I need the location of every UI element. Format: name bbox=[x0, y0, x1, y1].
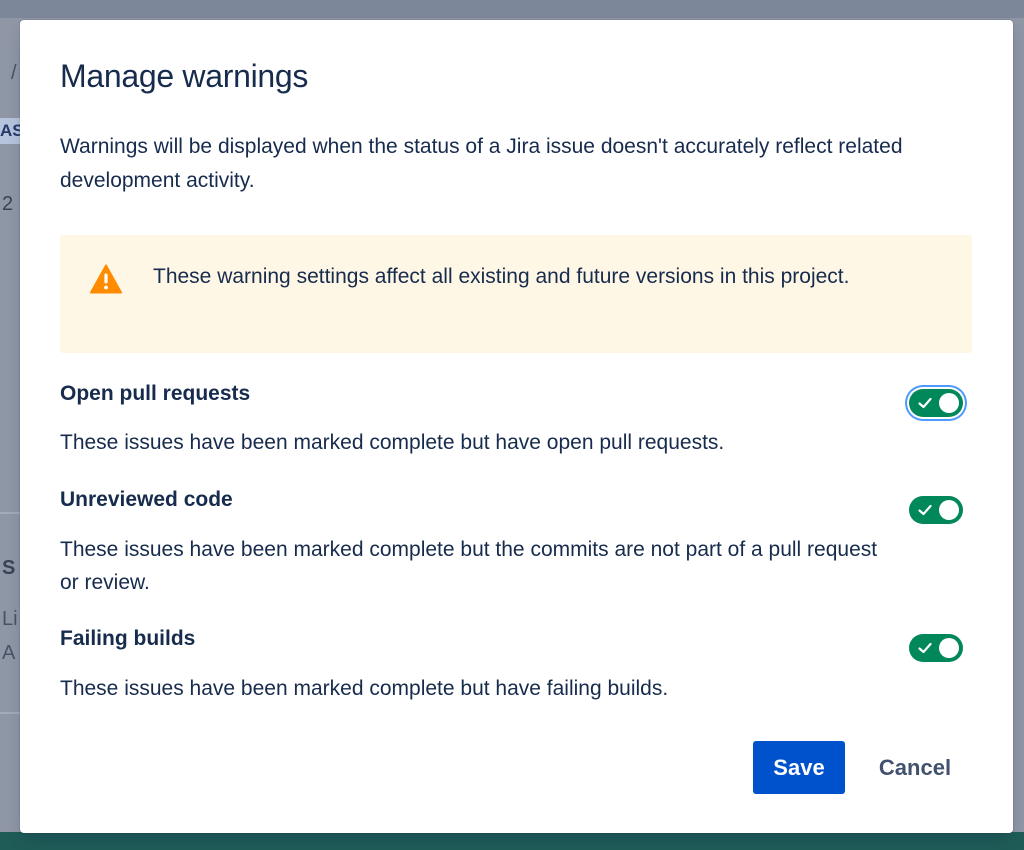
setting-description: These issues have been marked complete b… bbox=[60, 677, 669, 700]
warning-banner: These warning settings affect all existi… bbox=[60, 235, 972, 353]
dialog-title: Manage warnings bbox=[60, 58, 309, 94]
cancel-button[interactable]: Cancel bbox=[861, 741, 969, 794]
manage-warnings-dialog: Manage warnings Warnings will be display… bbox=[20, 20, 1013, 833]
background-heading: S bbox=[2, 557, 16, 579]
warning-triangle-icon bbox=[90, 264, 122, 294]
setting-label: Open pull requests bbox=[60, 382, 251, 405]
check-icon bbox=[918, 504, 932, 516]
setting-label: Unreviewed code bbox=[60, 488, 233, 511]
background-lozenge: AS bbox=[0, 118, 20, 144]
open-pull-requests-toggle[interactable] bbox=[909, 389, 963, 417]
background-divider bbox=[0, 712, 20, 714]
background-footer-bar bbox=[0, 832, 1024, 850]
toggle-knob bbox=[939, 393, 959, 413]
background-text: A bbox=[2, 642, 16, 664]
check-icon bbox=[918, 397, 932, 409]
background-count: 2 bbox=[2, 193, 14, 215]
unreviewed-code-toggle[interactable] bbox=[909, 496, 963, 524]
warning-banner-text: These warning settings affect all existi… bbox=[153, 265, 850, 288]
setting-description: These issues have been marked complete b… bbox=[60, 431, 725, 454]
toggle-knob bbox=[939, 500, 959, 520]
failing-builds-toggle[interactable] bbox=[909, 634, 963, 662]
background-text: Li bbox=[2, 608, 18, 630]
dialog-description: Warnings will be displayed when the stat… bbox=[60, 135, 903, 192]
background-breadcrumb-separator: / bbox=[11, 62, 17, 84]
check-icon bbox=[918, 642, 932, 654]
toggle-knob bbox=[939, 638, 959, 658]
save-button[interactable]: Save bbox=[753, 741, 845, 794]
setting-label: Failing builds bbox=[60, 627, 196, 650]
background-divider bbox=[0, 512, 20, 514]
background-top-bar bbox=[0, 0, 1024, 18]
setting-description: These issues have been marked complete b… bbox=[60, 538, 878, 594]
